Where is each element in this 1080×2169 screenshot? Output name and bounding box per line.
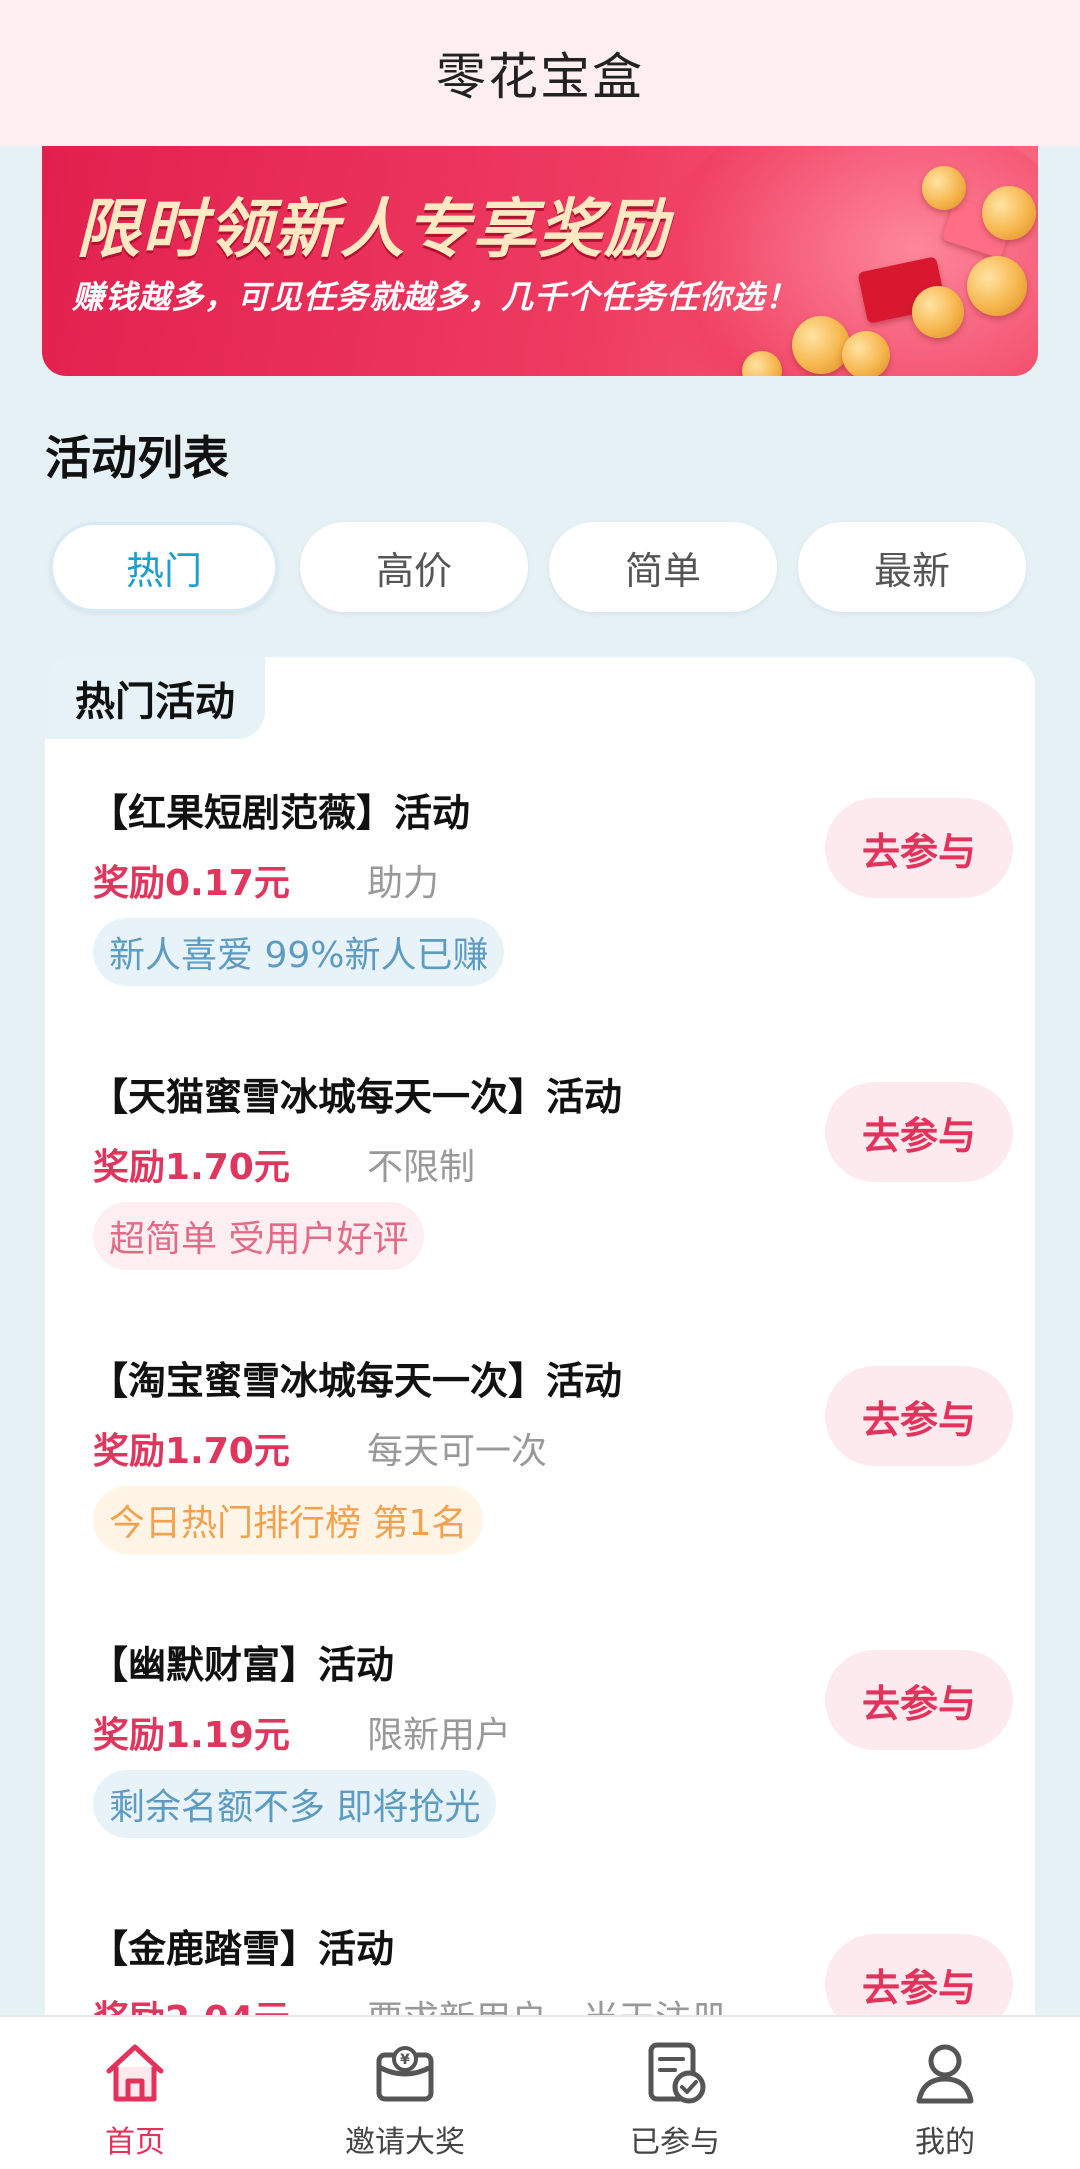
prize-box-icon: ¥ <box>376 2046 434 2102</box>
card-label: 热门活动 <box>45 657 265 739</box>
promo-banner[interactable]: 限时领新人专享奖励 赚钱越多，可见任务就越多，几千个任务任你选！ <box>42 146 1038 376</box>
coin-icon <box>982 186 1036 240</box>
tab-simple[interactable]: 简单 <box>549 522 777 612</box>
activity-tag: 剩余名额不多 即将抢光 <box>93 1770 497 1838</box>
list-item[interactable]: 【天猫蜜雪冰城每天一次】活动 奖励1.70元 不限制 超简单 受用户好评 去参与 <box>45 1044 1035 1328</box>
join-button[interactable]: 去参与 <box>825 798 1013 898</box>
activity-name: 【幽默财富】活动 <box>90 1643 395 1687</box>
nav-home[interactable]: 首页 <box>35 2037 235 2161</box>
activity-name: 【红果短剧范薇】活动 <box>90 791 471 835</box>
activity-tag: 新人喜爱 99%新人已赚 <box>93 918 505 986</box>
tab-high-price[interactable]: 高价 <box>300 522 528 612</box>
nav-label: 首页 <box>105 2125 165 2160</box>
nav-label: 我的 <box>915 2125 975 2160</box>
nav-label: 已参与 <box>630 2125 720 2160</box>
tab-newest[interactable]: 最新 <box>798 522 1026 612</box>
activity-condition: 限新用户 <box>367 1715 512 1756</box>
activity-condition: 助力 <box>367 863 440 904</box>
activity-reward: 奖励1.70元 <box>93 1431 290 1472</box>
activity-name: 【天猫蜜雪冰城每天一次】活动 <box>90 1075 623 1119</box>
profile-icon <box>916 2044 974 2104</box>
activity-tag: 超简单 受用户好评 <box>93 1202 425 1270</box>
nav-profile[interactable]: 我的 <box>845 2037 1045 2161</box>
join-button[interactable]: 去参与 <box>825 1366 1013 1466</box>
app-title: 零花宝盒 <box>436 48 644 106</box>
home-icon <box>106 2044 164 2102</box>
coin-icon <box>912 286 964 338</box>
activity-name: 【淘宝蜜雪冰城每天一次】活动 <box>90 1359 623 1403</box>
join-button[interactable]: 去参与 <box>825 1650 1013 1750</box>
activity-condition: 不限制 <box>367 1147 476 1188</box>
join-button[interactable]: 去参与 <box>825 1082 1013 1182</box>
app-header: 零花宝盒 <box>0 0 1080 146</box>
coin-icon <box>842 331 890 376</box>
section-title: 活动列表 <box>45 431 229 485</box>
svg-text:¥: ¥ <box>400 2052 410 2068</box>
activity-tag: 今日热门排行榜 第1名 <box>93 1486 484 1554</box>
bottom-navigation: 首页 ¥ 邀请大奖 已参与 我的 <box>0 2015 1080 2169</box>
list-item[interactable]: 【淘宝蜜雪冰城每天一次】活动 奖励1.70元 每天可一次 今日热门排行榜 第1名… <box>45 1328 1035 1612</box>
nav-joined[interactable]: 已参与 <box>575 2037 775 2161</box>
activity-reward: 奖励0.17元 <box>93 863 290 904</box>
nav-invite[interactable]: ¥ 邀请大奖 <box>305 2037 505 2161</box>
activity-condition: 每天可一次 <box>367 1431 548 1472</box>
list-item[interactable]: 【红果短剧范薇】活动 奖励0.17元 助力 新人喜爱 99%新人已赚 去参与 <box>45 760 1035 1044</box>
checklist-icon <box>648 2042 706 2104</box>
nav-label: 邀请大奖 <box>345 2125 465 2160</box>
activity-name: 【金鹿踏雪】活动 <box>90 1927 395 1971</box>
coin-icon <box>967 256 1027 316</box>
coin-icon <box>922 166 966 210</box>
coin-icon <box>792 316 850 374</box>
activity-reward: 奖励1.70元 <box>93 1147 290 1188</box>
list-item[interactable]: 【幽默财富】活动 奖励1.19元 限新用户 剩余名额不多 即将抢光 去参与 <box>45 1612 1035 1896</box>
activity-reward: 奖励1.19元 <box>93 1715 290 1756</box>
banner-headline: 限时领新人专享奖励 <box>76 193 670 267</box>
banner-subtitle: 赚钱越多，可见任务就越多，几千个任务任你选！ <box>72 278 799 316</box>
filter-tabs: 热门 高价 简单 最新 <box>50 522 1030 612</box>
tab-hot[interactable]: 热门 <box>50 522 278 612</box>
